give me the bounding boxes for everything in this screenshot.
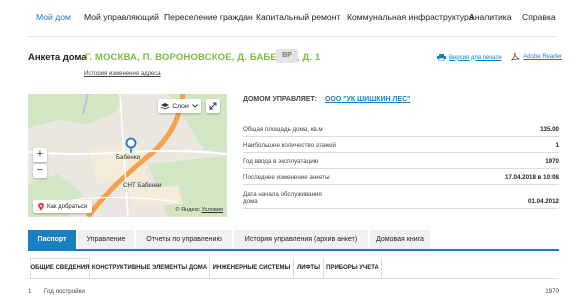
managed-by-label: ДОМОМ УПРАВЛЯЕТ: <box>243 96 317 103</box>
nav-item-analytics[interactable]: Аналитика <box>469 12 512 22</box>
map-copyright-text: © Яндекс <box>175 207 200 213</box>
map-zoom-in-button[interactable]: + <box>33 148 47 162</box>
adobe-reader-label: Adobe Reader <box>523 54 562 60</box>
tab-management-history[interactable]: История управления (архив анкет) <box>234 230 368 249</box>
map-route-label: Как добраться <box>47 203 88 210</box>
info-label: Общая площадь дома, кв.м <box>243 125 323 133</box>
sub-tabs: ОБЩИЕ СВЕДЕНИЯ КОНСТРУКТИВНЫЕ ЭЛЕМЕНТЫ Д… <box>28 252 559 279</box>
map-layers-button[interactable]: Слои <box>158 99 201 113</box>
info-value: 135.00 <box>540 126 559 133</box>
tab-management-reports[interactable]: Отчеты по управлению <box>136 230 232 249</box>
printer-icon <box>436 54 446 61</box>
info-value: 17.04.2018 в 10:08 <box>504 174 559 181</box>
subtab-structural-elements[interactable]: КОНСТРУКТИВНЫЕ ЭЛЕМЕНТЫ ДОМА <box>90 258 210 278</box>
nav-item-my-manager[interactable]: Мой управляющий <box>84 12 159 22</box>
info-value: 1 <box>555 142 559 149</box>
row-name: Год постройки <box>44 288 85 295</box>
map-layers-label: Слои <box>172 102 189 110</box>
document-tools: Версия для печати Adobe Reader <box>429 53 562 63</box>
map-zoom-out-button[interactable]: − <box>33 164 47 178</box>
info-label: Наибольшее количество этажей <box>243 141 336 149</box>
map-place-label: Бабенки <box>116 154 140 161</box>
info-row: Последнее изменение анкеты 17.04.2018 в … <box>243 169 559 185</box>
info-row: Наибольшее количество этажей 1 <box>243 137 559 153</box>
nav-item-utility-infrastructure[interactable]: Коммунальная инфраструктура <box>347 12 474 22</box>
chevron-down-icon <box>191 104 198 108</box>
status-badge: ВР <box>276 49 298 63</box>
nav-item-capital-repair[interactable]: Капитальный ремонт <box>256 12 340 22</box>
adobe-icon <box>511 53 521 61</box>
map-village-label: СНТ Бабенки <box>123 182 162 189</box>
info-value: 1970 <box>545 158 559 165</box>
management-company-link[interactable]: ООО "УК ШИШКИН ЛЕС" <box>325 96 411 103</box>
map-terms-link[interactable]: Условия <box>201 207 223 213</box>
page-title: Анкета дома <box>28 52 87 63</box>
row-value: 1970 <box>545 288 559 295</box>
subtab-engineering-systems[interactable]: ИНЖЕНЕРНЫЕ СИСТЕМЫ <box>210 258 294 278</box>
info-label: Дата начала обслуживания дома <box>243 190 322 205</box>
tab-house-book[interactable]: Домовая книга <box>370 230 430 249</box>
house-map[interactable]: Слои + − Бабенки СНТ Бабенки Как добрать… <box>28 94 227 217</box>
address-history-link[interactable]: История изменения адреса <box>84 71 161 77</box>
managed-by: ДОМОМ УПРАВЛЯЕТ: ООО "УК ШИШКИН ЛЕС" <box>243 96 410 103</box>
tabs-underline <box>28 249 559 251</box>
nav-item-resettlement[interactable]: Переселение граждан <box>164 12 253 22</box>
tab-management[interactable]: Управление <box>78 230 134 249</box>
location-pin-icon <box>38 202 44 211</box>
info-row: Общая площадь дома, кв.м 135.00 <box>243 123 559 137</box>
print-version-label: Версия для печати <box>448 54 502 61</box>
map-pin-icon <box>125 137 137 153</box>
nav-item-help[interactable]: Справка <box>522 12 556 22</box>
map-copyright: © Яндекс Условия <box>175 207 223 213</box>
map-route-button[interactable]: Как добраться <box>33 200 93 213</box>
map-fullscreen-button[interactable] <box>206 99 220 113</box>
info-label: Последнее изменение анкеты <box>243 173 330 181</box>
tab-passport[interactable]: Паспорт <box>28 230 76 249</box>
info-row: Год ввода в эксплуатацию 1970 <box>243 153 559 169</box>
nav-divider <box>28 36 556 37</box>
subtab-elevators[interactable]: ЛИФТЫ <box>294 258 324 278</box>
top-navigation: Мой дом Мой управляющий Переселение граж… <box>0 0 578 37</box>
info-label: Год ввода в эксплуатацию <box>243 157 319 165</box>
house-info-table: Общая площадь дома, кв.м 135.00 Наибольш… <box>243 123 559 209</box>
subtab-general-info[interactable]: ОБЩИЕ СВЕДЕНИЯ <box>30 258 90 278</box>
subtab-meters[interactable]: ПРИБОРЫ УЧЕТА <box>324 258 382 278</box>
row-number: 1 <box>28 288 32 295</box>
info-row: Дата начала обслуживания дома 01.04.2012 <box>243 185 559 209</box>
adobe-reader-link[interactable]: Adobe Reader <box>511 53 562 61</box>
nav-item-my-house[interactable]: Мой дом <box>36 12 71 22</box>
layers-icon <box>161 102 170 109</box>
expand-icon <box>209 102 217 110</box>
print-version-link[interactable]: Версия для печати <box>436 54 502 61</box>
info-value: 01.04.2012 <box>528 198 559 205</box>
